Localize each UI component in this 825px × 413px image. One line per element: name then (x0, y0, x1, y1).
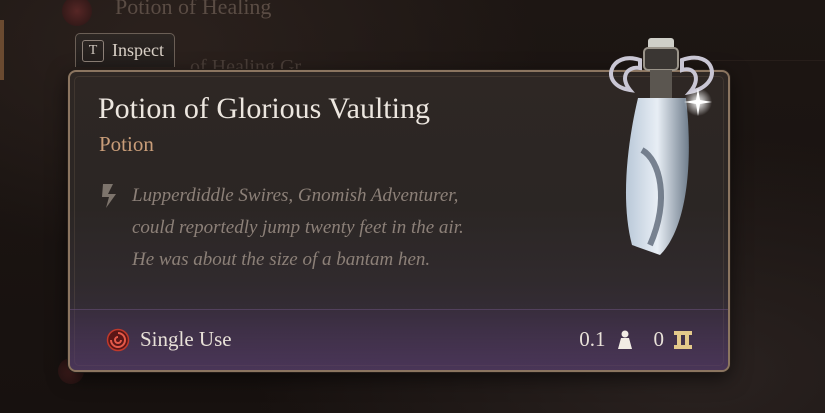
game-screen: Potion of Healing of Healing Gr T Inspec… (0, 0, 825, 413)
inspect-label: Inspect (112, 40, 164, 60)
usage-label: Single Use (140, 327, 232, 351)
flavor-line: could reportedly jump twenty feet in the… (132, 217, 464, 238)
flavor-line: Lupperdiddle Swires, Gnomish Adventurer, (132, 185, 459, 206)
weight-value: 0.1 (579, 327, 606, 351)
weight-icon (617, 330, 632, 349)
item-type: Potion (99, 132, 154, 156)
tooltip-footer: Single Use 0.1 0 (70, 309, 728, 370)
inventory-potion-icon[interactable] (62, 0, 92, 26)
quote-mark-icon (102, 184, 116, 208)
gold-value: 0 (653, 327, 665, 351)
potion-bottle-icon (609, 38, 714, 255)
gold-coin-icon (674, 330, 692, 349)
flavor-line: He was about the size of a bantam hen. (132, 249, 431, 270)
item-stats: 0.1 0 (579, 327, 694, 352)
keyboard-key-icon: T (82, 39, 104, 62)
item-flavor-text: Lupperdiddle Swires, Gnomish Adventurer,… (132, 180, 592, 276)
usage-info: Single Use (106, 327, 232, 352)
inspect-button[interactable]: T Inspect (75, 33, 175, 67)
single-use-icon (106, 328, 130, 351)
inventory-item-label[interactable]: Potion of Healing (115, 0, 271, 20)
item-title: Potion of Glorious Vaulting (98, 92, 430, 125)
panel-edge (0, 20, 4, 80)
